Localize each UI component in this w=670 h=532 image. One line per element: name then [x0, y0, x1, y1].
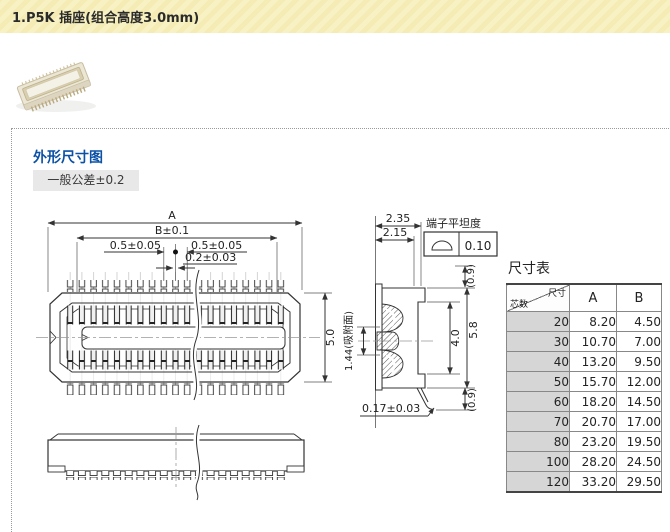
cell-b: 12.00 — [616, 371, 662, 392]
table-row: 80 23.20 19.50 — [506, 431, 662, 452]
dim-label-09-bottom: (0.9) — [467, 388, 478, 412]
table-row: 120 33.20 29.50 — [506, 471, 662, 493]
cell-b: 29.50 — [616, 471, 662, 493]
cell-a: 20.70 — [569, 411, 617, 432]
dim-label-58: 5.8 — [467, 321, 480, 339]
page-title: 1.P5K 插座(组合高度3.0mm) — [12, 11, 200, 26]
dim-label-suction: 1.44(吸附面) — [342, 311, 355, 371]
side-view: 2.35 2.15 端子平坦度 0.10 (0.9) 1.44(吸附面) 4.0… — [342, 212, 498, 428]
dim-label-pitch-left: 0.5±0.05 — [110, 239, 161, 252]
cell-pins: 40 — [506, 351, 570, 372]
front-view — [47, 423, 305, 502]
flatness-label: 端子平坦度 — [426, 216, 481, 230]
cell-pins: 80 — [506, 431, 570, 452]
cell-b: 7.00 — [616, 331, 662, 352]
dim-label-body-width: 5.0 — [324, 329, 337, 347]
cell-pins: 100 — [506, 451, 570, 472]
cell-b: 17.00 — [616, 411, 662, 432]
cell-pins: 30 — [506, 331, 570, 352]
dim-label-215: 2.15 — [383, 226, 408, 239]
col-header-a: A — [569, 283, 617, 312]
cell-a: 10.70 — [569, 331, 617, 352]
dim-label-09-top: (0.9) — [466, 264, 477, 288]
cell-a: 13.20 — [569, 351, 617, 372]
diag-label-pins: 芯数 — [510, 300, 529, 310]
size-table-section: 尺寸表 尺寸 芯数 A B 20 8.20 4.50 30 10.70 7.00 40 1… — [506, 258, 662, 493]
flatness-value: 0.10 — [465, 239, 492, 253]
cell-pins: 120 — [506, 471, 570, 493]
dim-label-b: B±0.1 — [155, 224, 189, 237]
table-row: 40 13.20 9.50 — [506, 351, 662, 372]
table-row: 70 20.70 17.00 — [506, 411, 662, 432]
datasheet-page: 1.P5K 插座(组合高度3.0mm) 外形尺寸图 一般公差±0.2 A B±0… — [0, 0, 670, 532]
cell-pins: 70 — [506, 411, 570, 432]
table-row: 50 15.70 12.00 — [506, 371, 662, 392]
cell-pins: 60 — [506, 391, 570, 412]
cell-b: 24.50 — [616, 451, 662, 472]
drawing-section-title: 外形尺寸图 — [33, 150, 103, 166]
size-table: 尺寸 芯数 A B 20 8.20 4.50 30 10.70 7.00 40 13.20… — [506, 283, 662, 493]
diagonal-header-cell: 尺寸 芯数 — [506, 283, 570, 312]
diag-label-size: 尺寸 — [547, 289, 566, 299]
cell-a: 18.20 — [569, 391, 617, 412]
cell-a: 33.20 — [569, 471, 617, 493]
cell-b: 19.50 — [616, 431, 662, 452]
dim-label-40: 4.0 — [449, 329, 462, 347]
cell-pins: 20 — [506, 311, 570, 332]
cell-pins: 50 — [506, 371, 570, 392]
dim-label-lead: 0.17±0.03 — [362, 402, 420, 415]
table-row: 30 10.70 7.00 — [506, 331, 662, 352]
dim-label-235: 2.35 — [386, 212, 411, 225]
section-header-bar: 1.P5K 插座(组合高度3.0mm) — [0, 0, 670, 33]
cell-b: 4.50 — [616, 311, 662, 332]
dim-label-a: A — [168, 209, 176, 222]
cell-b: 14.50 — [616, 391, 662, 412]
cell-a: 8.20 — [569, 311, 617, 332]
product-photo — [16, 61, 96, 112]
table-row: 100 28.20 24.50 — [506, 451, 662, 472]
dim-label-pad: 0.2±0.03 — [185, 251, 236, 264]
cell-a: 23.20 — [569, 431, 617, 452]
table-row: 60 18.20 14.50 — [506, 391, 662, 412]
cell-a: 15.70 — [569, 371, 617, 392]
cell-b: 9.50 — [616, 351, 662, 372]
tolerance-note: 一般公差±0.2 — [33, 170, 139, 191]
size-table-title: 尺寸表 — [508, 261, 550, 277]
dimension-drawing: A B±0.1 0.5±0.05 0.5±0.05 0.2±0.03 5.0 2… — [36, 209, 498, 502]
size-table-header-row: 尺寸 芯数 A B — [506, 283, 662, 312]
cell-a: 28.20 — [569, 451, 617, 472]
table-row: 20 8.20 4.50 — [506, 311, 662, 332]
top-view: A B±0.1 0.5±0.05 0.5±0.05 0.2±0.03 5.0 — [36, 209, 337, 402]
col-header-b: B — [616, 283, 662, 312]
